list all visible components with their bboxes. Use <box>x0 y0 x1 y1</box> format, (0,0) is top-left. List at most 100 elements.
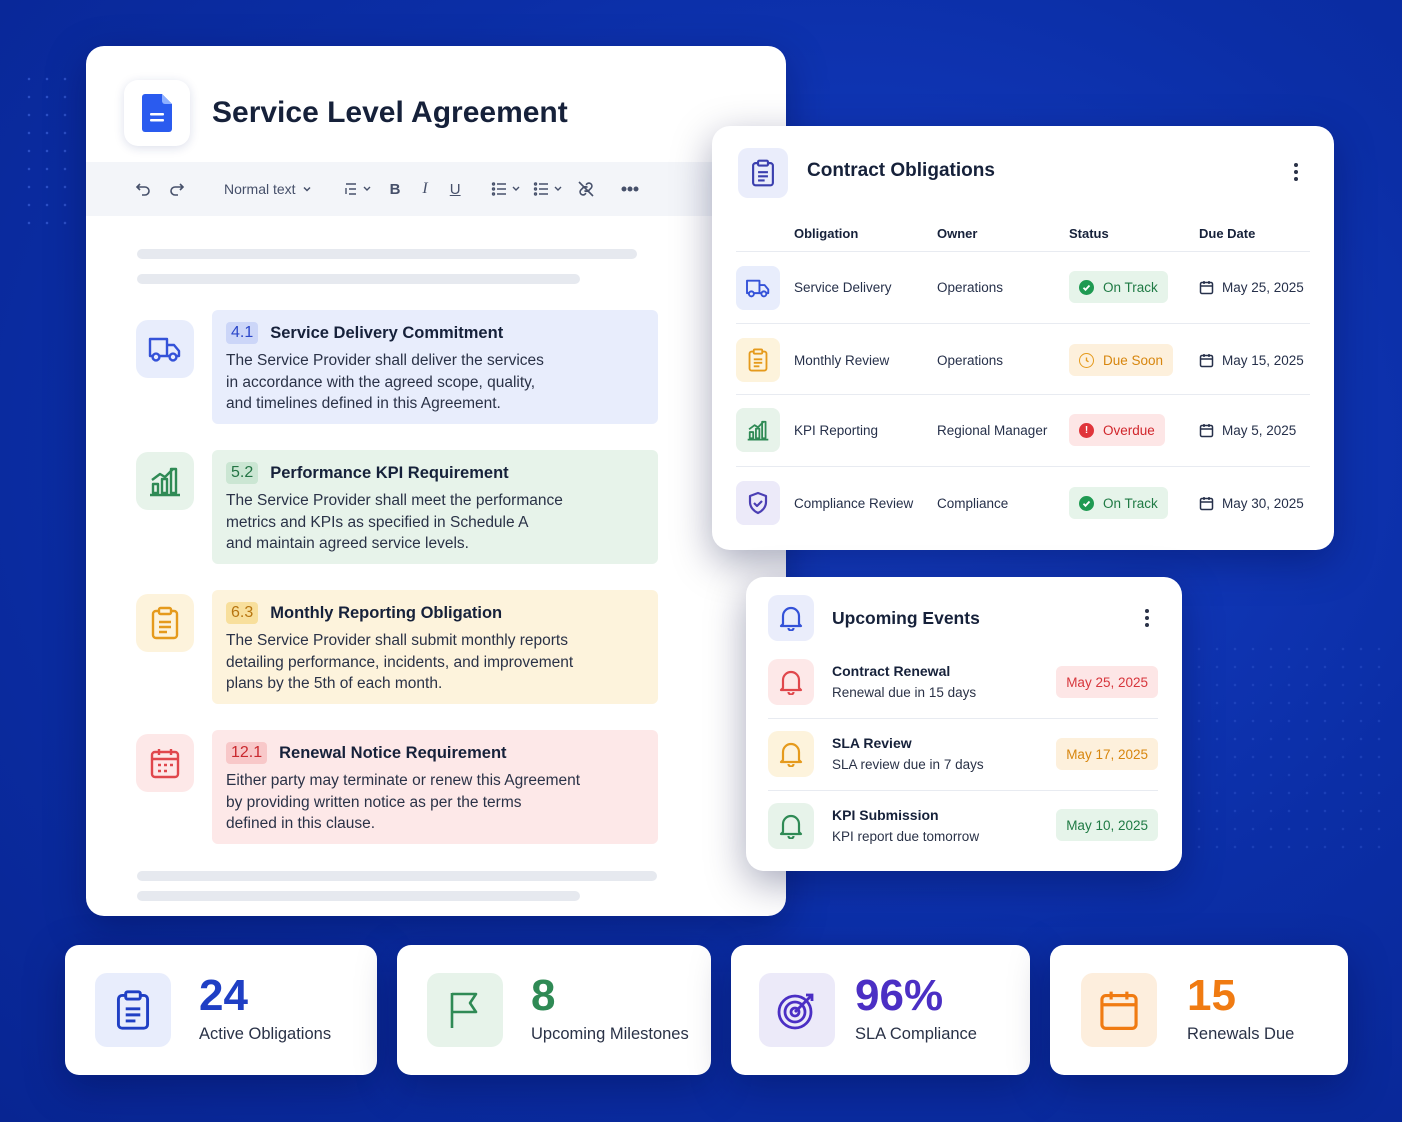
clause-line: in accordance with the agreed scope, qua… <box>226 373 536 391</box>
link-icon[interactable] <box>577 174 595 204</box>
stat-value: 96% <box>855 971 944 1020</box>
stat-card-renewals-due[interactable]: 15 Renewals Due <box>1050 945 1348 1075</box>
clipboard-icon <box>752 159 774 187</box>
clipboard-icon <box>748 348 768 372</box>
clause-line: The Service Provider shall deliver the s… <box>226 352 544 369</box>
more-menu-icon[interactable] <box>1137 606 1157 630</box>
stat-card-sla-compliance[interactable]: 96% SLA Compliance <box>731 945 1030 1075</box>
placeholder-line <box>137 249 637 259</box>
clause-line: and maintain agreed service levels. <box>226 535 469 552</box>
clause-body: The Service Provider shall meet the perf… <box>226 490 644 555</box>
event-icon-box <box>768 731 814 777</box>
more-options-icon[interactable] <box>621 174 639 204</box>
stat-value: 8 <box>531 971 556 1020</box>
column-header: Status <box>1069 226 1109 241</box>
chart-icon <box>150 467 180 497</box>
due-date-value: May 5, 2025 <box>1222 423 1297 438</box>
target-icon <box>777 993 814 1030</box>
card-title: Contract Obligations <box>807 160 995 181</box>
due-date-value: May 15, 2025 <box>1222 353 1304 368</box>
table-row[interactable]: KPI Reporting Regional Manager ! Overdue… <box>736 395 1310 467</box>
flag-icon <box>450 992 478 1028</box>
italic-button[interactable]: I <box>422 174 427 204</box>
event-date: May 25, 2025 <box>1056 666 1158 698</box>
calendar-icon <box>150 749 180 779</box>
decorative-dots <box>1190 640 1390 860</box>
bulleted-list-icon[interactable] <box>491 174 521 204</box>
event-title: Contract Renewal <box>832 663 951 679</box>
numbered-list-icon[interactable] <box>533 174 563 204</box>
obligation-name: Service Delivery <box>794 280 892 295</box>
document-header: Service Level Agreement <box>124 80 568 146</box>
clause-number: 4.1 <box>226 322 259 344</box>
clause-card[interactable]: 6.3 Monthly Reporting Obligation The Ser… <box>212 590 658 704</box>
clause-line: defined in this clause. <box>226 815 376 832</box>
clock-icon <box>1079 352 1094 368</box>
document-logo <box>124 80 190 146</box>
card-icon-box <box>768 595 814 641</box>
stat-label: Upcoming Milestones <box>531 1025 689 1043</box>
card-title: Upcoming Events <box>832 608 980 628</box>
clause-icon-box <box>136 452 194 510</box>
stat-value: 15 <box>1187 971 1236 1020</box>
column-header: Obligation <box>794 226 859 241</box>
clause-line: plans by the 5th of each month. <box>226 675 443 692</box>
calendar-icon <box>1199 424 1214 438</box>
column-header: Due Date <box>1199 226 1256 241</box>
check-circle-icon <box>1079 279 1094 295</box>
event-subtitle: SLA review due in 7 days <box>832 757 984 772</box>
event-date: May 17, 2025 <box>1056 738 1158 770</box>
event-date: May 10, 2025 <box>1056 809 1158 841</box>
table-row[interactable]: Monthly Review Operations Due Soon May 1… <box>736 324 1310 396</box>
clause-line: Either party may terminate or renew this… <box>226 772 581 789</box>
bell-icon <box>779 814 803 839</box>
clause-line: by providing written notice as per the t… <box>226 793 522 811</box>
editor-toolbar: Normal text B I U <box>86 162 786 216</box>
event-title: KPI Submission <box>832 807 939 823</box>
bold-button[interactable]: B <box>390 174 401 204</box>
clause-icon-box <box>136 320 194 378</box>
table-row[interactable]: Compliance Review Compliance On Track Ma… <box>736 467 1310 539</box>
clause-card[interactable]: 4.1 Service Delivery Commitment The Serv… <box>212 310 658 424</box>
stat-icon-box <box>95 973 171 1047</box>
clause-title: Renewal Notice Requirement <box>279 743 507 762</box>
divider <box>768 718 1158 719</box>
row-icon-box <box>736 266 780 310</box>
stat-card-active-obligations[interactable]: 24 Active Obligations <box>65 945 377 1075</box>
bell-icon <box>779 742 803 767</box>
event-title: SLA Review <box>832 735 912 751</box>
event-icon-box <box>768 803 814 849</box>
line-spacing-icon[interactable] <box>344 174 372 204</box>
clause-number: 6.3 <box>226 602 259 624</box>
due-date: May 5, 2025 <box>1199 423 1296 438</box>
clause-card[interactable]: 12.1 Renewal Notice Requirement Either p… <box>212 730 658 844</box>
clause-line: The Service Provider shall submit monthl… <box>226 632 568 649</box>
clause-card[interactable]: 5.2 Performance KPI Requirement The Serv… <box>212 450 658 564</box>
placeholder-line <box>137 891 580 901</box>
stat-value: 24 <box>199 971 248 1020</box>
placeholder-line <box>137 274 580 284</box>
stat-card-upcoming-milestones[interactable]: 8 Upcoming Milestones <box>397 945 711 1075</box>
clause-line: metrics and KPIs as specified in Schedul… <box>226 513 529 531</box>
table-row[interactable]: Service Delivery Operations On Track May… <box>736 252 1310 324</box>
underline-button[interactable]: U <box>450 174 461 204</box>
clause-title: Performance KPI Requirement <box>270 463 509 482</box>
text-style-dropdown[interactable]: Normal text <box>224 174 312 204</box>
obligation-owner: Compliance <box>937 496 1009 511</box>
undo-icon[interactable] <box>132 174 154 204</box>
check-circle-icon <box>1079 495 1094 511</box>
due-date: May 25, 2025 <box>1199 280 1304 295</box>
status-badge: Due Soon <box>1069 344 1174 376</box>
clause-body: Either party may terminate or renew this… <box>226 770 644 835</box>
contract-obligations-card: Contract Obligations Obligation Owner St… <box>712 126 1334 550</box>
calendar-icon <box>1199 354 1214 368</box>
more-menu-icon[interactable] <box>1286 160 1306 184</box>
status-label: On Track <box>1103 279 1158 295</box>
clause-number: 12.1 <box>226 742 268 764</box>
divider <box>768 790 1158 791</box>
redo-icon[interactable] <box>166 174 188 204</box>
status-badge: ! Overdue <box>1069 414 1165 446</box>
row-icon-box <box>736 408 780 452</box>
clause-title: Monthly Reporting Obligation <box>270 603 503 622</box>
stat-label: Renewals Due <box>1187 1025 1295 1043</box>
